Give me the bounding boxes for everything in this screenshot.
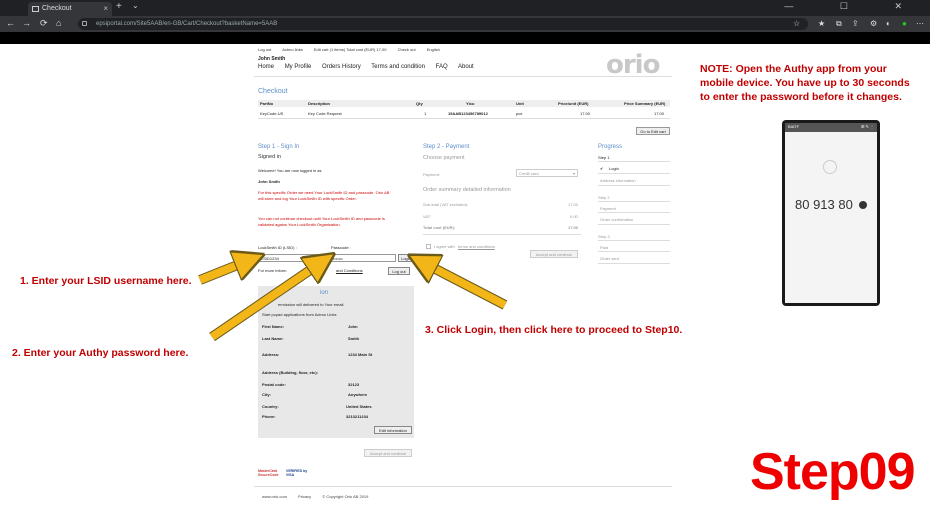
- instruction-3: 3. Click Login, then click here to proce…: [425, 324, 683, 336]
- arrow-login: [422, 262, 507, 309]
- step-label: Step09: [750, 443, 916, 501]
- instruction-1: 1. Enter your LSID username here.: [20, 275, 192, 287]
- timer-icon: [823, 160, 837, 174]
- arrow-lsid: [198, 260, 250, 284]
- authy-code: 80 913 80: [795, 197, 853, 212]
- authy-note: NOTE: Open the Authy app from your mobil…: [700, 63, 910, 103]
- phone-mockup: BIATF ⊞ ✎ ⋮ 80 913 80: [782, 120, 880, 306]
- authy-app-bar: BIATF ⊞ ✎ ⋮: [785, 123, 877, 132]
- countdown-icon: [859, 201, 867, 209]
- authy-app-icons: ⊞ ✎ ⋮: [861, 124, 874, 129]
- authy-app-name: BIATF: [788, 124, 800, 129]
- phone-screen: BIATF ⊞ ✎ ⋮ 80 913 80: [785, 123, 877, 303]
- instruction-2: 2. Enter your Authy password here.: [12, 347, 189, 359]
